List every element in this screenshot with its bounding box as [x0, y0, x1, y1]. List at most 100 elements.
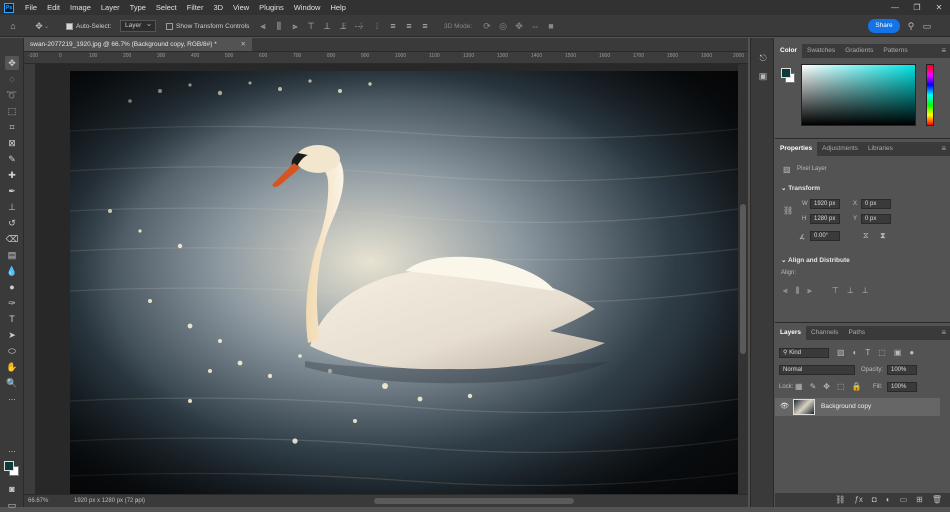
distribute-right-icon[interactable]: ⦙: [372, 21, 382, 31]
auto-select-checkbox[interactable]: [66, 22, 73, 30]
brush-settings-icon[interactable]: ▣: [757, 70, 769, 82]
menu-edit[interactable]: Edit: [42, 0, 65, 15]
pen-tool-icon[interactable]: ✑: [5, 296, 19, 310]
blend-mode-dropdown[interactable]: Normal: [779, 365, 855, 375]
show-transform-checkbox[interactable]: [166, 22, 173, 30]
distribute-center-icon[interactable]: ⦙: [356, 21, 366, 31]
workspace-icon[interactable]: ▭: [922, 21, 932, 31]
auto-select-target-dropdown[interactable]: Layer: [120, 19, 157, 32]
menu-plugins[interactable]: Plugins: [254, 0, 289, 15]
menu-file[interactable]: File: [20, 0, 42, 15]
eyedropper-tool-icon[interactable]: ✎: [5, 152, 19, 166]
distribute-left-icon[interactable]: ⦙: [340, 21, 350, 31]
document-tab[interactable]: swan-2077219_1920.jpg @ 66.7% (Backgroun…: [24, 38, 252, 52]
screen-mode-icon[interactable]: ▭: [5, 498, 19, 512]
menu-help[interactable]: Help: [325, 0, 350, 15]
horizontal-scroll-thumb[interactable]: [374, 498, 574, 504]
canvas-area[interactable]: [36, 64, 748, 494]
ellipse-tool-icon[interactable]: ⬭: [5, 344, 19, 358]
close-window-button[interactable]: ✕: [928, 0, 950, 15]
minimize-button[interactable]: —: [884, 0, 906, 15]
align-horizontal-centers-icon[interactable]: ⫼: [796, 286, 800, 296]
scale-3d-icon[interactable]: ■: [546, 21, 556, 31]
distribute-bottom-icon[interactable]: ≡: [420, 21, 430, 31]
x-field[interactable]: 0 px: [861, 199, 891, 209]
tab-swatches[interactable]: Swatches: [802, 44, 840, 58]
delete-layer-icon[interactable]: 🗑: [932, 493, 942, 507]
link-icon[interactable]: ⛓: [783, 206, 793, 215]
dodge-tool-icon[interactable]: ●: [5, 280, 19, 294]
clone-stamp-tool-icon[interactable]: ⊥: [5, 200, 19, 214]
distribute-middle-icon[interactable]: ≡: [404, 21, 414, 31]
align-left-icon[interactable]: ⫷: [258, 21, 268, 31]
frame-tool-icon[interactable]: ⊠: [5, 136, 19, 150]
color-panel-foreground-swatch[interactable]: [781, 68, 791, 78]
zoom-level[interactable]: 66.67%: [28, 498, 48, 504]
color-picker-field[interactable]: [801, 64, 916, 126]
hue-slider[interactable]: [926, 64, 934, 126]
home-icon[interactable]: ⌂: [8, 21, 18, 31]
tab-adjustments[interactable]: Adjustments: [817, 142, 863, 156]
menu-3d[interactable]: 3D: [208, 0, 228, 15]
link-layers-icon[interactable]: ⛓: [835, 493, 845, 507]
share-button[interactable]: Share: [868, 19, 900, 33]
zoom-tool-icon[interactable]: 🔍: [5, 376, 19, 390]
filter-smart-object-icon[interactable]: ▣: [894, 348, 902, 357]
lock-position-icon[interactable]: ✥: [823, 382, 830, 391]
align-vertical-centers-icon[interactable]: ⊥: [847, 286, 854, 296]
lasso-tool-icon[interactable]: ➰: [5, 88, 19, 102]
layer-style-icon[interactable]: ƒx: [854, 493, 862, 507]
tab-libraries[interactable]: Libraries: [863, 142, 898, 156]
panel-menu-icon[interactable]: ≡: [941, 326, 946, 340]
roll-3d-icon[interactable]: ◎: [498, 21, 508, 31]
adjustment-layer-icon[interactable]: ◐: [886, 493, 891, 507]
layer-filter-dropdown[interactable]: ⚲ Kind: [779, 348, 829, 358]
path-selection-tool-icon[interactable]: ➤: [5, 328, 19, 342]
align-bottom-edges-icon[interactable]: ⊥: [862, 286, 869, 296]
orbit-3d-icon[interactable]: ⟳: [482, 21, 492, 31]
restore-button[interactable]: ❐: [906, 0, 928, 15]
chevron-right-icon[interactable]: ›: [136, 497, 138, 504]
tab-properties[interactable]: Properties: [775, 142, 818, 156]
tab-channels[interactable]: Channels: [806, 326, 843, 340]
height-field[interactable]: 1280 px: [810, 214, 840, 224]
align-right-icon[interactable]: ⫸: [290, 21, 300, 31]
menu-image[interactable]: Image: [65, 0, 96, 15]
distribute-top-icon[interactable]: ≡: [388, 21, 398, 31]
quick-mask-icon[interactable]: ◙: [5, 482, 19, 496]
vertical-scroll-thumb[interactable]: [740, 204, 746, 354]
vertical-scrollbar[interactable]: [738, 64, 748, 494]
opacity-field[interactable]: 100%: [887, 365, 917, 375]
panel-menu-icon[interactable]: ≡: [941, 44, 946, 58]
blur-tool-icon[interactable]: 💧: [5, 264, 19, 278]
eraser-tool-icon[interactable]: ⌫: [5, 232, 19, 246]
document-info[interactable]: 1920 px x 1280 px (72 ppi): [74, 498, 145, 504]
fill-field[interactable]: 100%: [887, 382, 917, 392]
tab-gradients[interactable]: Gradients: [840, 44, 878, 58]
layer-row[interactable]: 👁 Background copy: [775, 398, 940, 416]
menu-filter[interactable]: Filter: [182, 0, 209, 15]
align-right-edges-icon[interactable]: ⫸: [807, 286, 812, 296]
menu-view[interactable]: View: [228, 0, 254, 15]
transform-heading[interactable]: ⌄ Transform: [781, 184, 820, 192]
lock-transparent-icon[interactable]: ▦: [795, 382, 803, 391]
tab-patterns[interactable]: Patterns: [878, 44, 912, 58]
lock-artboard-icon[interactable]: ⬚: [837, 382, 845, 391]
slide-3d-icon[interactable]: ⇔: [530, 21, 540, 31]
align-middle-icon[interactable]: ⊥: [322, 21, 332, 31]
pan-3d-icon[interactable]: ✥: [514, 21, 524, 31]
menu-type[interactable]: Type: [125, 0, 151, 15]
align-center-icon[interactable]: ⫼: [274, 21, 284, 31]
tab-layers[interactable]: Layers: [775, 326, 806, 340]
move-tool-icon[interactable]: ✥: [34, 21, 44, 31]
menu-layer[interactable]: Layer: [96, 0, 125, 15]
eye-icon[interactable]: 👁: [780, 402, 789, 410]
panel-menu-icon[interactable]: ≡: [941, 142, 946, 156]
lock-all-icon[interactable]: 🔒: [852, 382, 862, 391]
filter-pixel-icon[interactable]: ▨: [837, 348, 845, 357]
align-top-edges-icon[interactable]: ⊤: [832, 286, 839, 296]
history-panel-icon[interactable]: ⎋: [757, 52, 769, 64]
angle-field[interactable]: 0.00°: [810, 231, 840, 241]
crop-tool-icon[interactable]: ⌗: [5, 120, 19, 134]
new-group-icon[interactable]: ▭: [900, 493, 908, 507]
